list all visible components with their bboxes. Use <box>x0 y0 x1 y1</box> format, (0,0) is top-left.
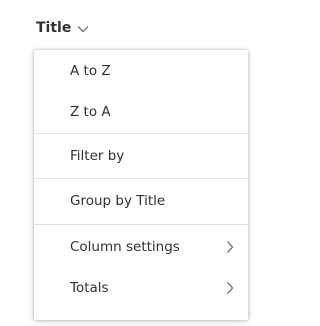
menu-item-label: Group by Title <box>70 193 166 209</box>
column-header-label: Title <box>36 20 72 36</box>
menu-separator <box>34 133 248 134</box>
menu-item-totals[interactable]: Totals <box>34 269 248 307</box>
menu-separator <box>34 224 248 225</box>
menu-item-label: Filter by <box>70 148 125 164</box>
menu-item-group-by-title[interactable]: Group by Title <box>34 182 248 220</box>
menu-item-sort-z-to-a[interactable]: Z to A <box>34 93 248 131</box>
chevron-right-icon <box>226 240 234 254</box>
column-header-title[interactable]: Title <box>36 13 89 43</box>
menu-item-label: Totals <box>70 280 109 296</box>
chevron-right-icon <box>226 281 234 295</box>
column-context-menu: A to Z Z to A Filter by Group by Title C… <box>34 50 248 320</box>
menu-item-label: A to Z <box>70 63 111 79</box>
chevron-down-icon <box>77 25 89 33</box>
menu-item-filter-by[interactable]: Filter by <box>34 137 248 175</box>
menu-item-sort-a-to-z[interactable]: A to Z <box>34 52 248 90</box>
menu-item-label: Z to A <box>70 104 111 120</box>
menu-separator <box>34 178 248 179</box>
menu-item-label: Column settings <box>70 239 180 255</box>
menu-item-column-settings[interactable]: Column settings <box>34 228 248 266</box>
